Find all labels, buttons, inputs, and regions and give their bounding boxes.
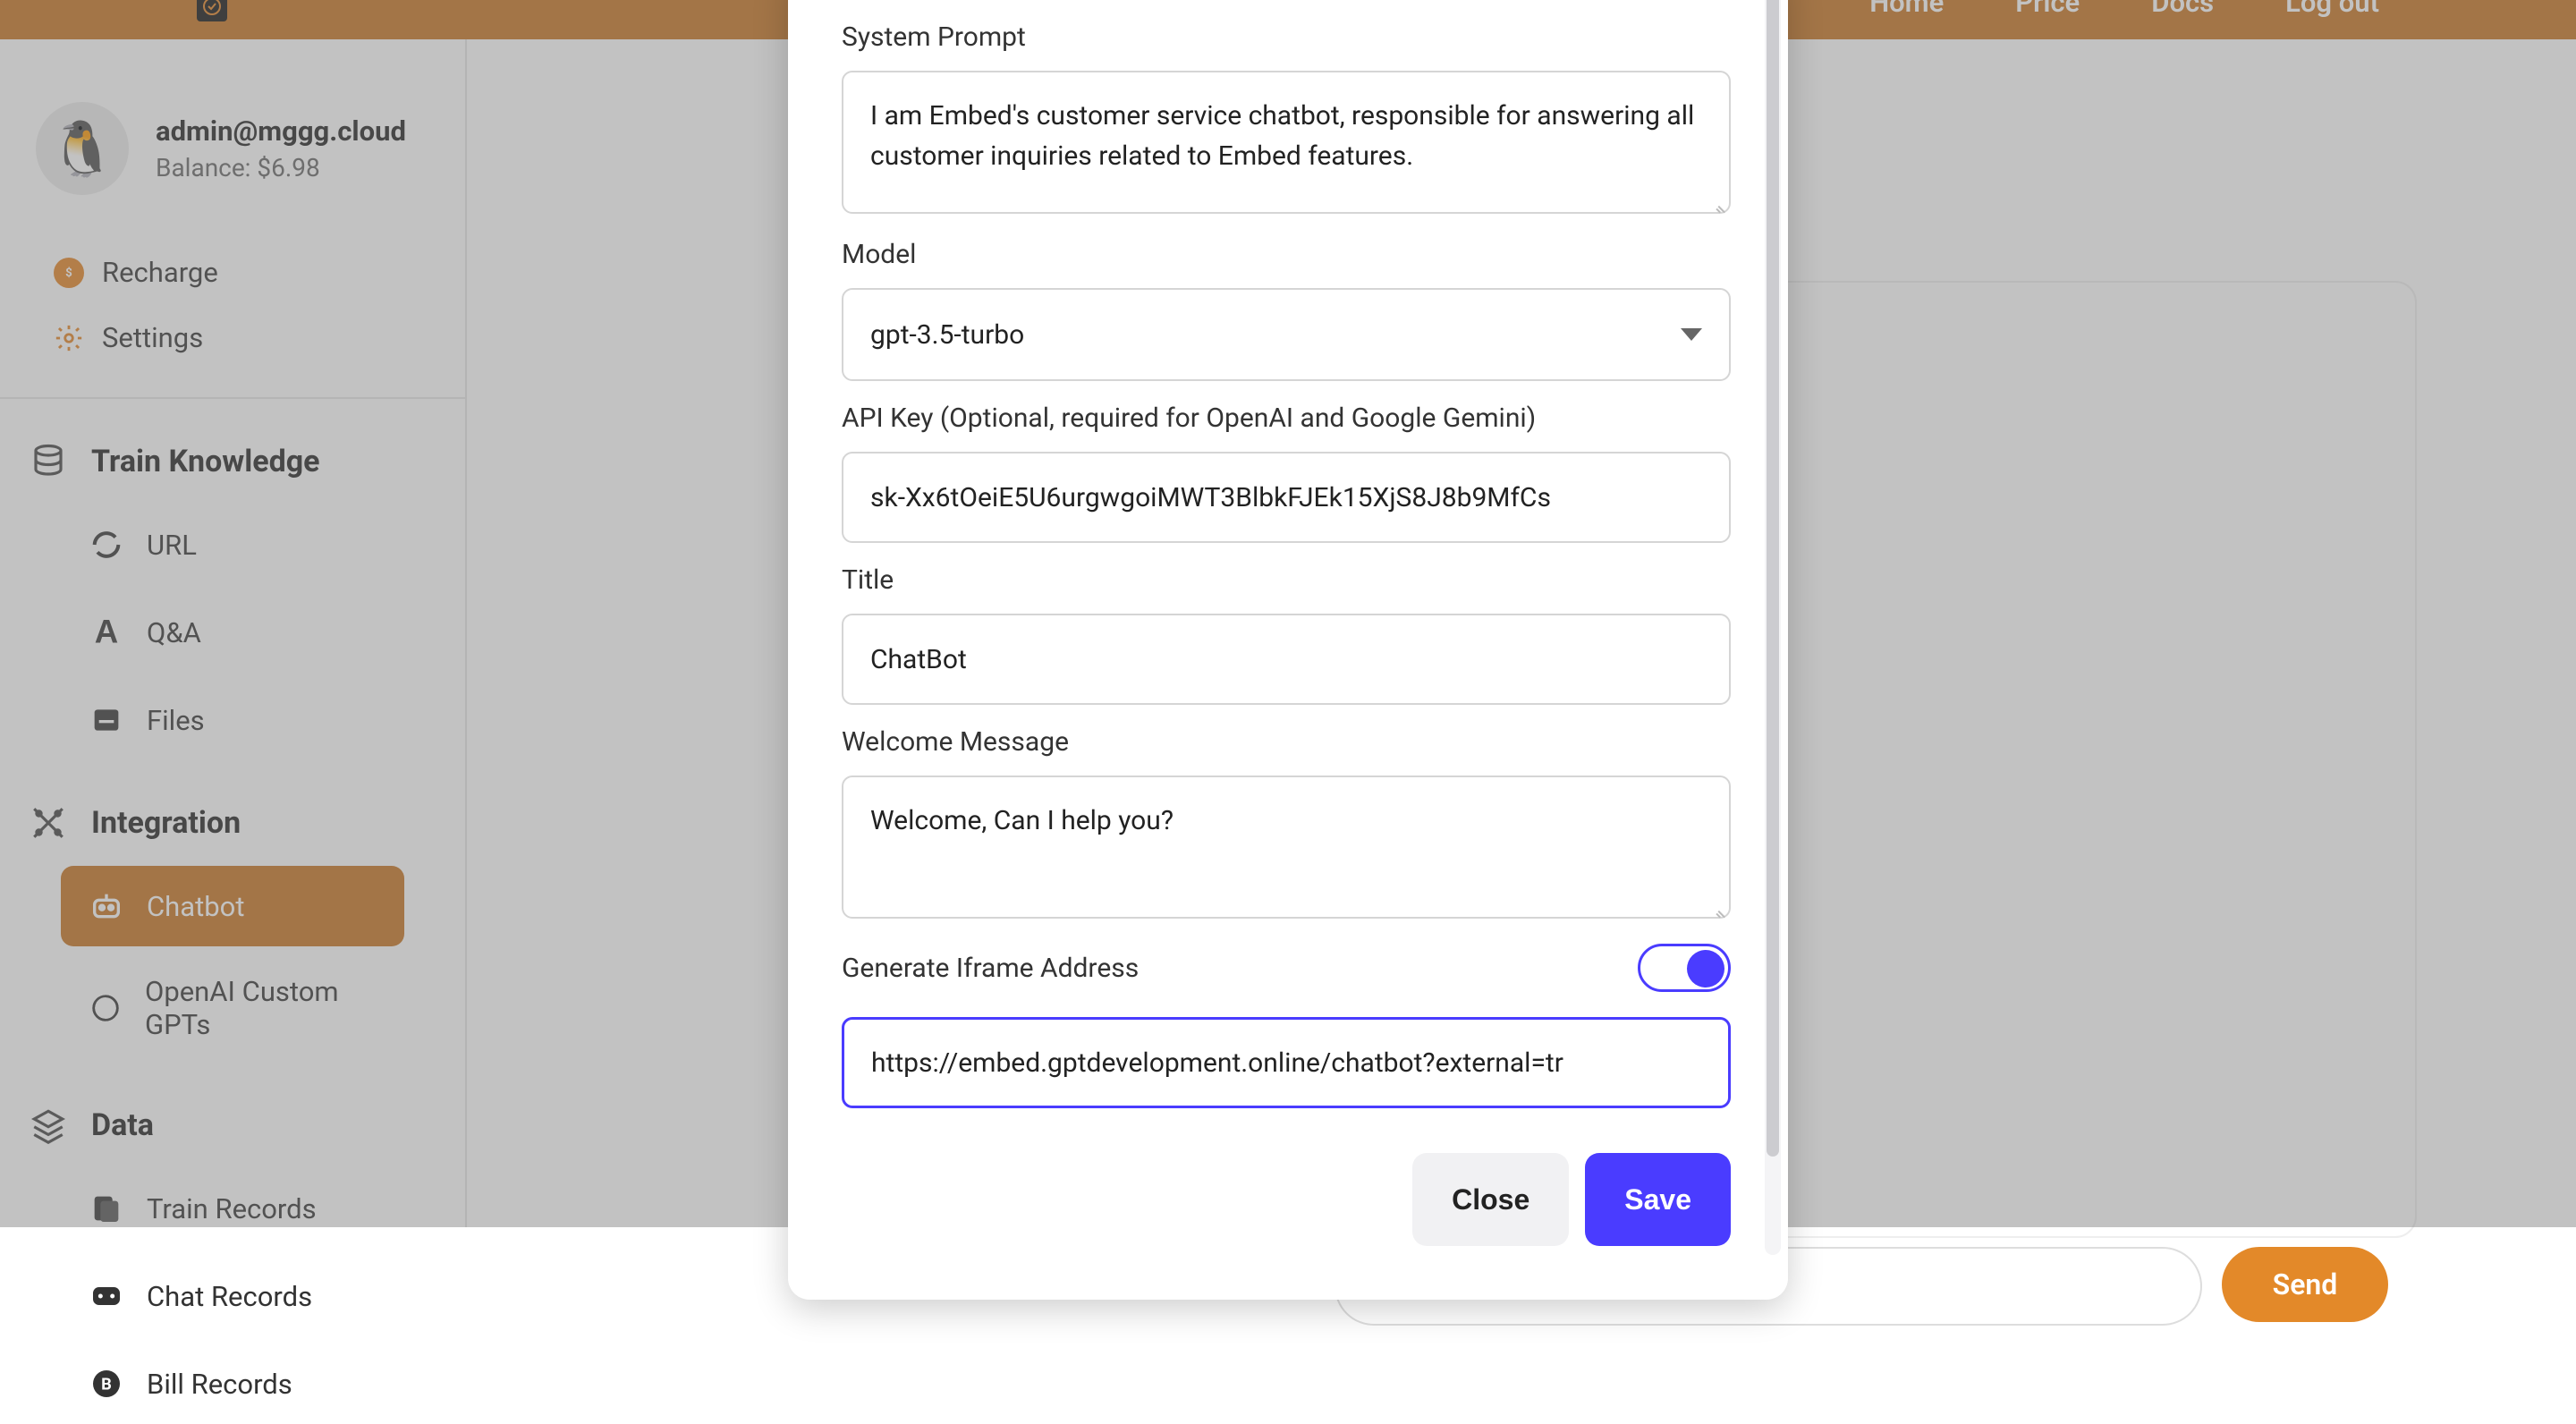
iframe-url-input[interactable] xyxy=(842,1017,1731,1108)
sidebar-item-label: Chat Records xyxy=(147,1280,312,1313)
welcome-label: Welcome Message xyxy=(842,726,1731,758)
svg-text:B: B xyxy=(101,1376,112,1394)
sidebar-item-label: Bill Records xyxy=(147,1368,292,1401)
resize-handle-icon[interactable] xyxy=(1711,903,1725,917)
chat-records-icon xyxy=(88,1277,125,1315)
chevron-down-icon xyxy=(1681,328,1702,341)
welcome-input[interactable] xyxy=(842,776,1731,919)
bill-records-icon: B xyxy=(88,1365,125,1403)
chatbot-settings-modal: System Prompt Model gpt-3.5-turbo API Ke… xyxy=(788,0,1788,1300)
send-button[interactable]: Send xyxy=(2222,1247,2388,1322)
sidebar-item-bill-records[interactable]: B Bill Records xyxy=(61,1343,404,1424)
system-prompt-label: System Prompt xyxy=(842,21,1731,53)
system-prompt-input[interactable] xyxy=(842,71,1731,214)
api-key-input[interactable] xyxy=(842,452,1731,543)
iframe-label: Generate Iframe Address xyxy=(842,953,1139,984)
api-key-label: API Key (Optional, required for OpenAI a… xyxy=(842,403,1731,434)
resize-handle-icon[interactable] xyxy=(1711,198,1725,212)
title-label: Title xyxy=(842,564,1731,596)
model-label: Model xyxy=(842,239,1731,270)
save-button[interactable]: Save xyxy=(1585,1153,1731,1246)
model-select[interactable]: gpt-3.5-turbo xyxy=(842,288,1731,381)
close-button[interactable]: Close xyxy=(1412,1153,1569,1246)
modal-overlay[interactable]: System Prompt Model gpt-3.5-turbo API Ke… xyxy=(0,0,2576,1227)
iframe-toggle[interactable] xyxy=(1638,944,1731,992)
modal-scrollbar[interactable] xyxy=(1765,0,1781,1255)
model-value: gpt-3.5-turbo xyxy=(870,319,1024,351)
title-input[interactable] xyxy=(842,614,1731,705)
sidebar-item-chat-records[interactable]: Chat Records xyxy=(61,1256,404,1336)
